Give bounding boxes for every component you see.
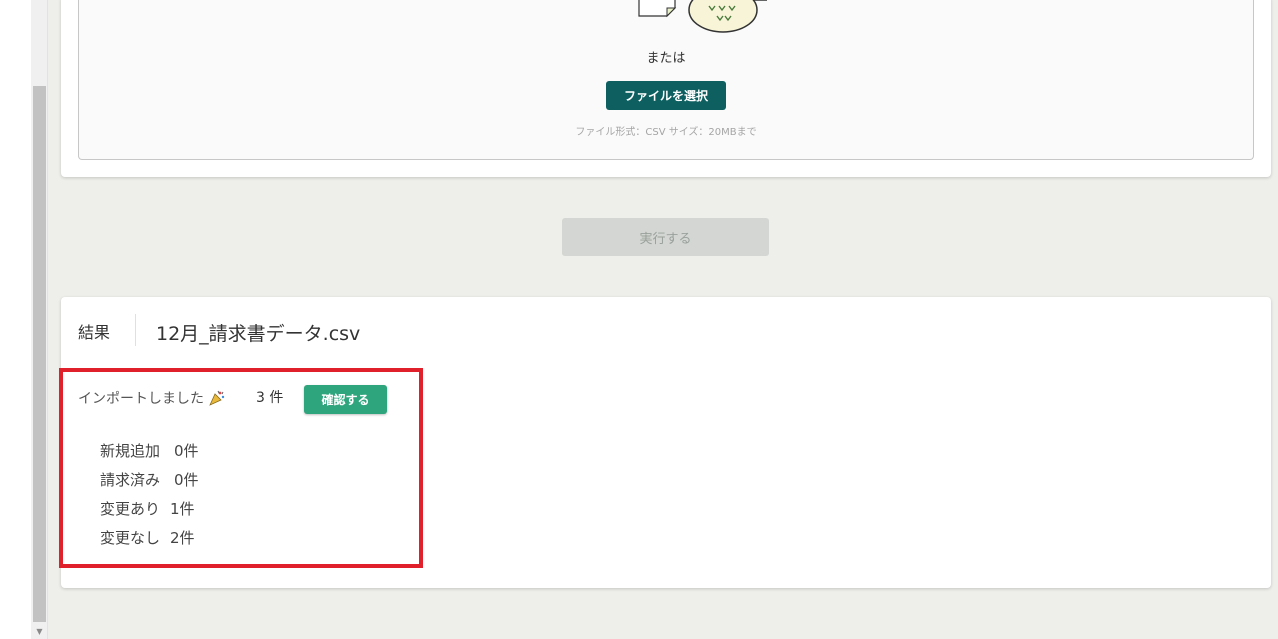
stat-unchanged: 変更なし 2件 — [100, 527, 195, 548]
import-count: 3 件 — [256, 390, 284, 406]
stat-value: 0件 — [174, 442, 199, 460]
document-icon — [638, 0, 677, 18]
file-format-hint: ファイル形式：CSV サイズ：20MBまで — [575, 127, 757, 138]
owl-mascot-icon — [688, 0, 767, 33]
stat-label: 新規追加 — [100, 442, 161, 460]
file-drop-zone[interactable]: または ファイルを選択 ファイル形式：CSV サイズ：20MBまで — [78, 0, 1254, 160]
confirm-button[interactable]: 確認する — [304, 385, 387, 414]
select-file-button[interactable]: ファイルを選択 — [606, 81, 726, 110]
upload-card: または ファイルを選択 ファイル形式：CSV サイズ：20MBまで — [61, 0, 1271, 177]
import-status: インポートしました — [78, 388, 226, 408]
stat-new: 新規追加 0件 — [100, 440, 199, 461]
stat-changed: 変更あり 1件 — [100, 498, 195, 519]
import-message: インポートしました — [78, 391, 204, 407]
stat-billed: 請求済み 0件 — [100, 469, 199, 490]
stat-label: 変更なし — [100, 529, 161, 547]
stat-value: 2件 — [170, 529, 195, 547]
stat-label: 変更あり — [100, 500, 161, 518]
or-text: または — [646, 51, 686, 66]
result-label: 結果 — [78, 323, 111, 342]
left-margin — [0, 0, 31, 639]
upload-illustration — [638, 0, 767, 33]
scroll-down-arrow-icon[interactable]: ▼ — [31, 624, 48, 639]
stat-value: 1件 — [170, 500, 195, 518]
vertical-scrollbar[interactable]: ▼ — [31, 0, 48, 639]
party-popper-icon — [209, 390, 225, 406]
stat-label: 請求済み — [100, 471, 161, 489]
result-filename: 12月_請求書データ.csv — [156, 323, 361, 345]
scrollbar-thumb[interactable] — [33, 86, 46, 622]
execute-button[interactable]: 実行する — [562, 218, 769, 256]
stat-value: 0件 — [174, 471, 199, 489]
divider — [135, 314, 136, 346]
